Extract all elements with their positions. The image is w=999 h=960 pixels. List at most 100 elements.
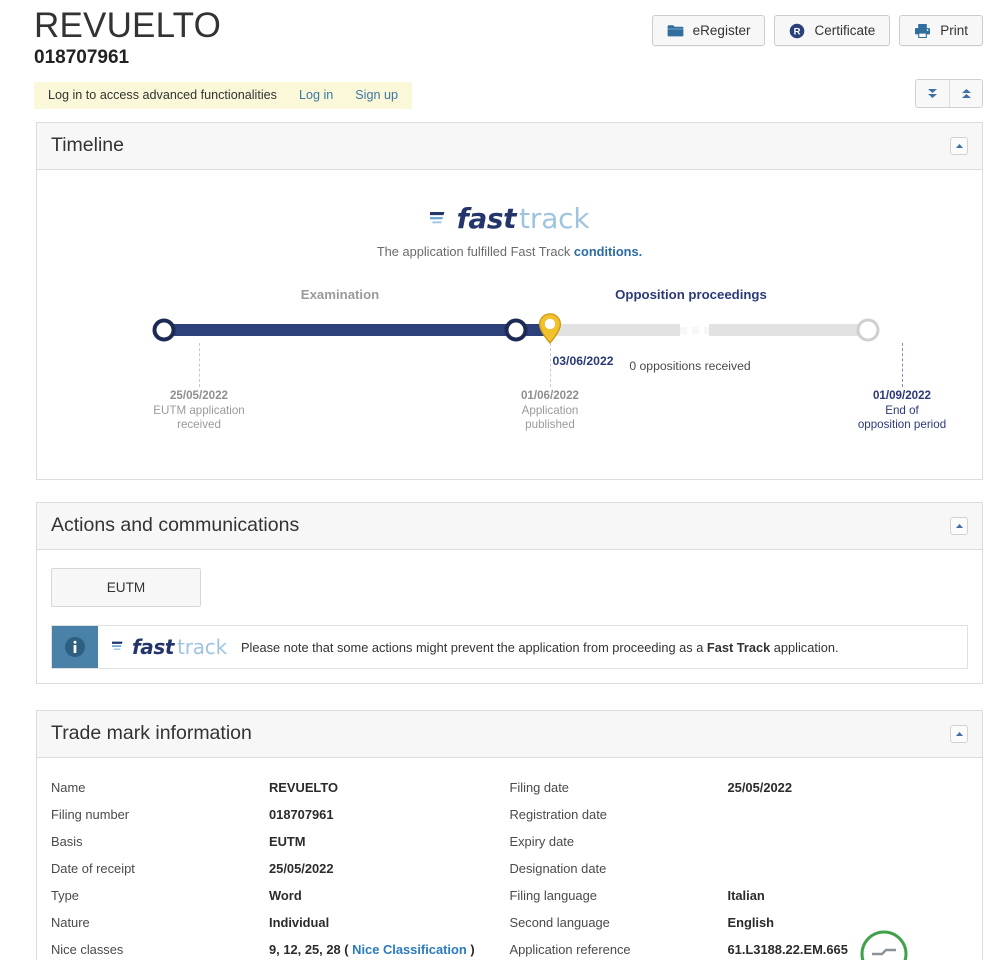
- fast-track-logo-block: fast track: [51, 202, 968, 235]
- info-banner-text-after: application.: [770, 639, 839, 655]
- signup-link[interactable]: Sign up: [355, 88, 398, 102]
- chevron-up-icon: [955, 730, 964, 738]
- actions-collapse-button[interactable]: [950, 516, 968, 535]
- table-row: Date of receipt 25/05/2022: [51, 855, 500, 882]
- timeline-caption-start-date: 25/05/2022: [169, 389, 229, 402]
- actions-panel: Actions and communications EUTM fast tra…: [36, 502, 983, 684]
- speed-lines-icon: [426, 203, 456, 234]
- row-label: Application reference: [509, 942, 631, 957]
- trademark-info-grid: Name REVUELTO Filing number 018707961 Ba…: [51, 768, 968, 960]
- timeline-node-published[interactable]: [504, 318, 528, 342]
- certificate-button[interactable]: R Certificate: [774, 15, 891, 46]
- table-row: Expiry date: [510, 828, 959, 855]
- header-action-buttons: eRegister R Certificate Print: [651, 15, 983, 46]
- trademark-panel-title: Trade mark information: [51, 722, 252, 744]
- timeline-caption-published-date: 01/06/2022: [520, 389, 580, 402]
- trademark-collapse-button[interactable]: [950, 724, 968, 743]
- timeline-panel-body: fast track The application fulfilled Fas…: [37, 170, 982, 479]
- tab-eutm[interactable]: EUTM: [51, 568, 201, 607]
- fast-track-info-banner: fast track Please note that some actions…: [51, 625, 968, 669]
- row-label: Date of receipt: [51, 861, 135, 876]
- print-button-label: Print: [940, 23, 968, 38]
- timeline-phase-label-examination: Examination: [300, 287, 380, 302]
- row-label: Filing date: [509, 780, 569, 795]
- timeline-track-pending-a: [550, 324, 680, 336]
- row-value: 25/05/2022: [727, 780, 793, 795]
- timeline-caption-published: 01/06/2022 Application published: [521, 389, 579, 433]
- row-value: REVUELTO: [269, 780, 338, 795]
- print-button[interactable]: Print: [899, 15, 983, 46]
- timeline-panel-header: Timeline: [37, 123, 982, 170]
- chevron-up-icon: [955, 522, 964, 530]
- row-value: Word: [269, 888, 302, 903]
- nice-classes-numbers: 9, 12, 25, 28 (: [269, 942, 349, 957]
- row-value: 018707961: [269, 807, 334, 822]
- row-label: Designation date: [509, 861, 607, 876]
- table-row: Registration date: [510, 801, 959, 828]
- double-chevron-up-icon: [959, 86, 974, 101]
- folder-icon: [667, 24, 684, 38]
- info-icon-box: [52, 626, 98, 668]
- timeline-track-gap-dots: [680, 324, 711, 336]
- timeline-panel-title: Timeline: [51, 134, 124, 156]
- row-label: Nature: [51, 915, 90, 930]
- login-link[interactable]: Log in: [299, 88, 333, 102]
- row-label: Expiry date: [509, 834, 575, 849]
- green-status-seal-icon: [858, 928, 910, 960]
- actions-panel-body: EUTM fast track Please note that some ac…: [37, 550, 982, 683]
- title-block: REVUELTO 018707961: [34, 5, 221, 69]
- row-label: Second language: [509, 915, 610, 930]
- timeline-track-completed: [164, 324, 550, 336]
- table-row: Name REVUELTO: [51, 774, 500, 801]
- certificate-button-label: Certificate: [814, 23, 876, 38]
- timeline-caption-published-line2: published: [525, 418, 575, 431]
- info-icon: [64, 636, 86, 658]
- table-row: Type Word: [51, 882, 500, 909]
- info-banner-text-before: Please note that some actions might prev…: [240, 639, 707, 655]
- info-banner-text: Please note that some actions might prev…: [241, 640, 839, 655]
- chevron-up-icon: [955, 142, 964, 150]
- row-value: 61.L3188.22.EM.665: [727, 942, 848, 957]
- timeline-node-end[interactable]: [856, 318, 880, 342]
- row-value: EUTM: [269, 834, 306, 849]
- expand-all-button[interactable]: [916, 80, 949, 107]
- table-row: Designation date: [510, 855, 959, 882]
- row-value: English: [727, 915, 775, 930]
- timeline-caption-published-line1: Application: [521, 403, 579, 417]
- nice-classes-suffix: ): [466, 942, 475, 957]
- trademark-panel: Trade mark information Name REVUELTO Fil…: [36, 710, 983, 960]
- timeline-content: fast track The application fulfilled Fas…: [51, 186, 968, 465]
- table-row: Nice classes 9, 12, 25, 28 ( Nice Classi…: [51, 936, 500, 960]
- timeline-leader-published: [550, 343, 551, 387]
- fast-track-subtitle: The application fulfilled Fast Track con…: [51, 244, 968, 259]
- notice-row: Log in to access advanced functionalitie…: [0, 79, 999, 116]
- actions-tabs: EUTM: [51, 564, 968, 607]
- timeline-leader-end: [902, 343, 903, 387]
- fast-track-logo: fast track: [426, 202, 590, 235]
- row-label: Registration date: [509, 807, 607, 822]
- timeline-caption-end-date: 01/09/2022: [872, 389, 932, 402]
- page-subtitle-number: 018707961: [34, 47, 130, 68]
- fast-track-conditions-link[interactable]: conditions.: [574, 244, 642, 259]
- timeline-caption-end: 01/09/2022 End of opposition period: [858, 389, 946, 433]
- nice-classification-link[interactable]: Nice Classification: [352, 942, 467, 957]
- eregister-button[interactable]: eRegister: [651, 15, 766, 46]
- panel-gap-1: [0, 480, 999, 502]
- timeline-collapse-button[interactable]: [950, 136, 968, 155]
- timeline-panel: Timeline fast track The application fulf…: [36, 122, 983, 480]
- banner-fast-word: fast: [132, 635, 175, 659]
- collapse-all-button[interactable]: [949, 80, 982, 107]
- row-label: Basis: [51, 834, 83, 849]
- registered-r-icon: R: [789, 23, 805, 39]
- row-label: Type: [51, 888, 79, 903]
- timeline-node-start[interactable]: [152, 318, 176, 342]
- row-label: Nice classes: [51, 942, 124, 957]
- timeline-chart: Examination Opposition proceedings 03/06…: [51, 281, 968, 441]
- row-value: Individual: [269, 915, 330, 930]
- actions-panel-title: Actions and communications: [51, 514, 300, 536]
- login-notice-text: Log in to access advanced functionalitie…: [48, 88, 277, 102]
- trademark-left-column: Name REVUELTO Filing number 018707961 Ba…: [51, 774, 510, 960]
- timeline-caption-end-line2: opposition period: [857, 418, 947, 431]
- tab-eutm-label: EUTM: [106, 580, 146, 595]
- row-label: Filing number: [51, 807, 130, 822]
